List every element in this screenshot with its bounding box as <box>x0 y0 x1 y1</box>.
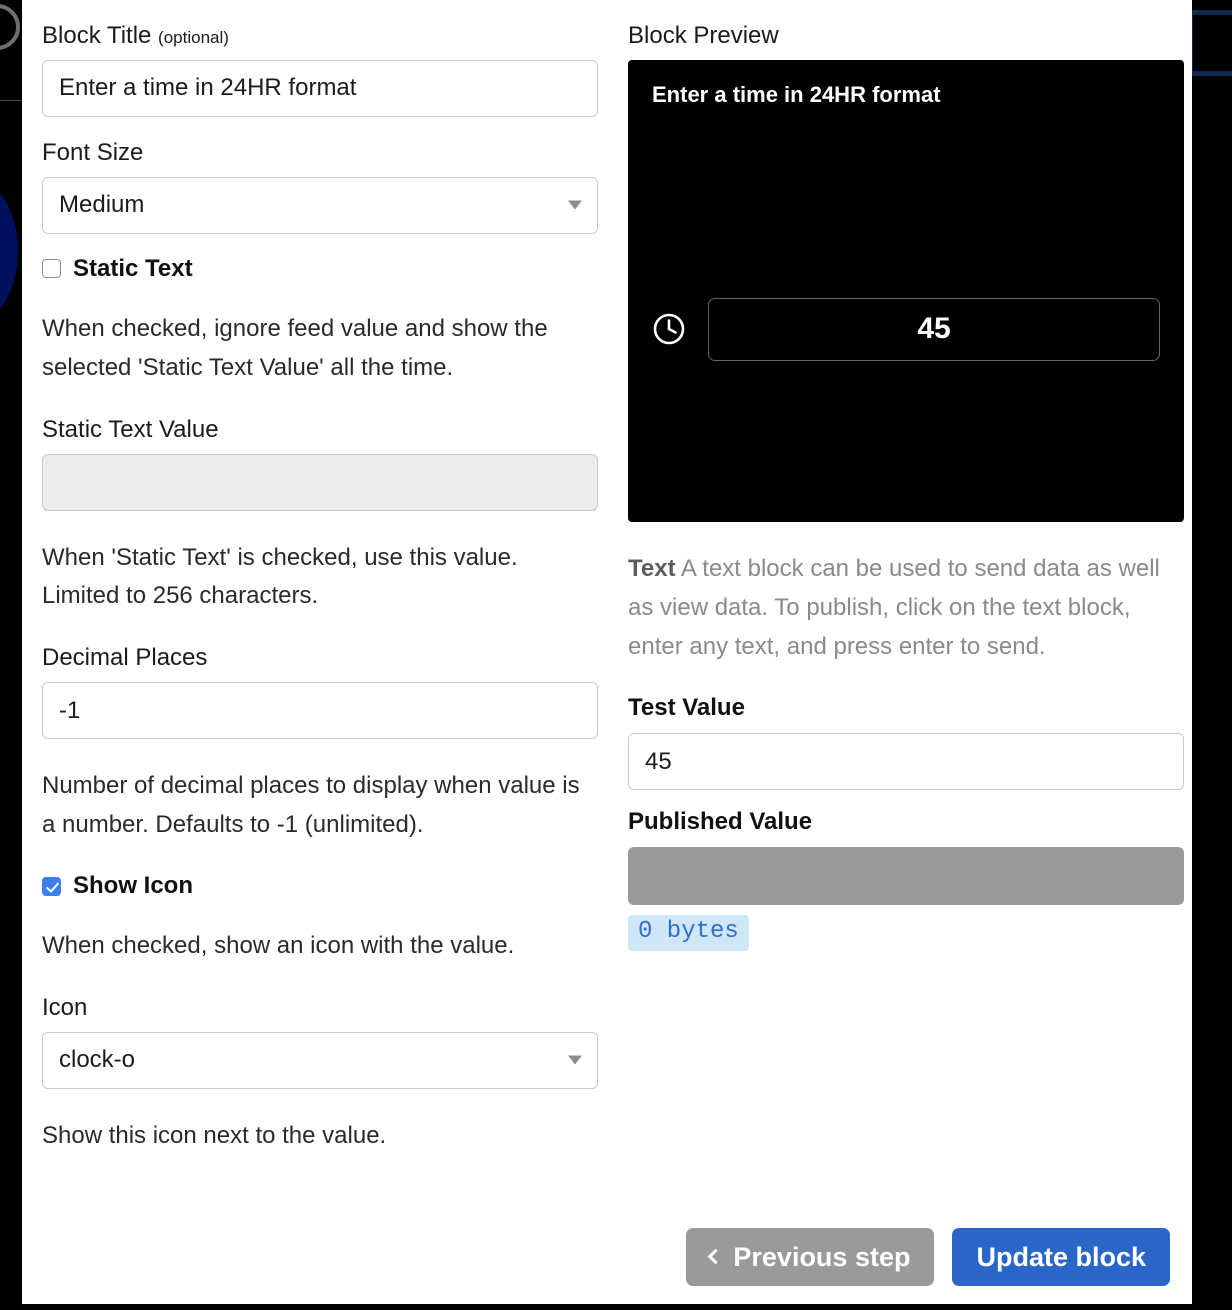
test-value-input[interactable]: 45 <box>628 733 1184 791</box>
preview-value[interactable]: 45 <box>708 297 1160 361</box>
icon-label: Icon <box>42 994 88 1022</box>
previous-step-button[interactable]: Previous step <box>686 1228 935 1286</box>
decimal-places-help: Number of decimal places to display when… <box>42 772 580 838</box>
test-value-label: Test Value <box>628 694 745 722</box>
static-text-help: When checked, ignore feed value and show… <box>42 314 548 381</box>
block-title-label-text: Block Title <box>42 22 152 49</box>
published-value-label: Published Value <box>628 808 813 836</box>
block-description: Text A text block can be used to send da… <box>628 550 1184 667</box>
preview-title: Enter a time in 24HR format <box>652 81 941 107</box>
published-value-bar <box>628 847 1184 906</box>
font-size-select[interactable]: Medium <box>42 176 598 234</box>
static-text-checkbox-row[interactable]: Static Text <box>42 254 598 282</box>
block-description-body: A text block can be used to send data as… <box>628 554 1160 660</box>
show-icon-checkbox-label: Show Icon <box>73 871 193 899</box>
chevron-left-icon <box>708 1248 724 1265</box>
static-text-checkbox-label: Static Text <box>73 254 193 282</box>
block-preview: Enter a time in 24HR format 45 <box>628 59 1184 522</box>
icon-help: Show this icon next to the value. <box>42 1121 387 1149</box>
static-text-value-help: When 'Static Text' is checked, use this … <box>42 543 518 610</box>
update-block-button[interactable]: Update block <box>952 1228 1170 1286</box>
block-title-optional-text: (optional) <box>158 28 229 47</box>
preview-column: Block Preview Enter a time in 24HR forma… <box>628 22 1184 951</box>
decimal-places-label: Decimal Places <box>42 644 208 672</box>
settings-column: Block Title (optional) Enter a time in 2… <box>42 22 598 1156</box>
clock-o-icon <box>652 312 686 346</box>
static-text-checkbox[interactable] <box>42 259 61 279</box>
modal-footer: Previous step Update block <box>42 1228 1172 1304</box>
background-circle-grey-icon <box>0 4 20 50</box>
block-title-input[interactable]: Enter a time in 24HR format <box>42 59 598 117</box>
preview-value-row: 45 <box>652 297 1160 361</box>
update-block-label: Update block <box>976 1241 1146 1272</box>
background-rect-navy <box>1188 10 1232 76</box>
modal-columns: Block Title (optional) Enter a time in 2… <box>42 22 1184 1156</box>
show-icon-help: When checked, show an icon with the valu… <box>42 932 515 960</box>
show-icon-checkbox[interactable] <box>42 876 61 896</box>
icon-select-wrap: clock-o <box>42 1031 598 1089</box>
static-text-value-label: Static Text Value <box>42 415 219 443</box>
font-size-label: Font Size <box>42 138 144 166</box>
static-text-value-input[interactable] <box>42 453 598 511</box>
icon-select[interactable]: clock-o <box>42 1031 598 1089</box>
decimal-places-input[interactable]: -1 <box>42 682 598 740</box>
block-preview-label: Block Preview <box>628 22 779 49</box>
previous-step-label: Previous step <box>733 1241 911 1272</box>
block-title-label: Block Title (optional) <box>42 22 598 51</box>
show-icon-checkbox-row[interactable]: Show Icon <box>42 871 598 899</box>
block-settings-modal: Block Title (optional) Enter a time in 2… <box>22 0 1192 1304</box>
font-size-select-wrap: Medium <box>42 176 598 234</box>
bytes-badge: 0 bytes <box>628 915 749 951</box>
block-description-strong: Text <box>628 554 676 582</box>
background-divider <box>0 100 22 101</box>
background-circle-blue-icon <box>0 178 18 324</box>
